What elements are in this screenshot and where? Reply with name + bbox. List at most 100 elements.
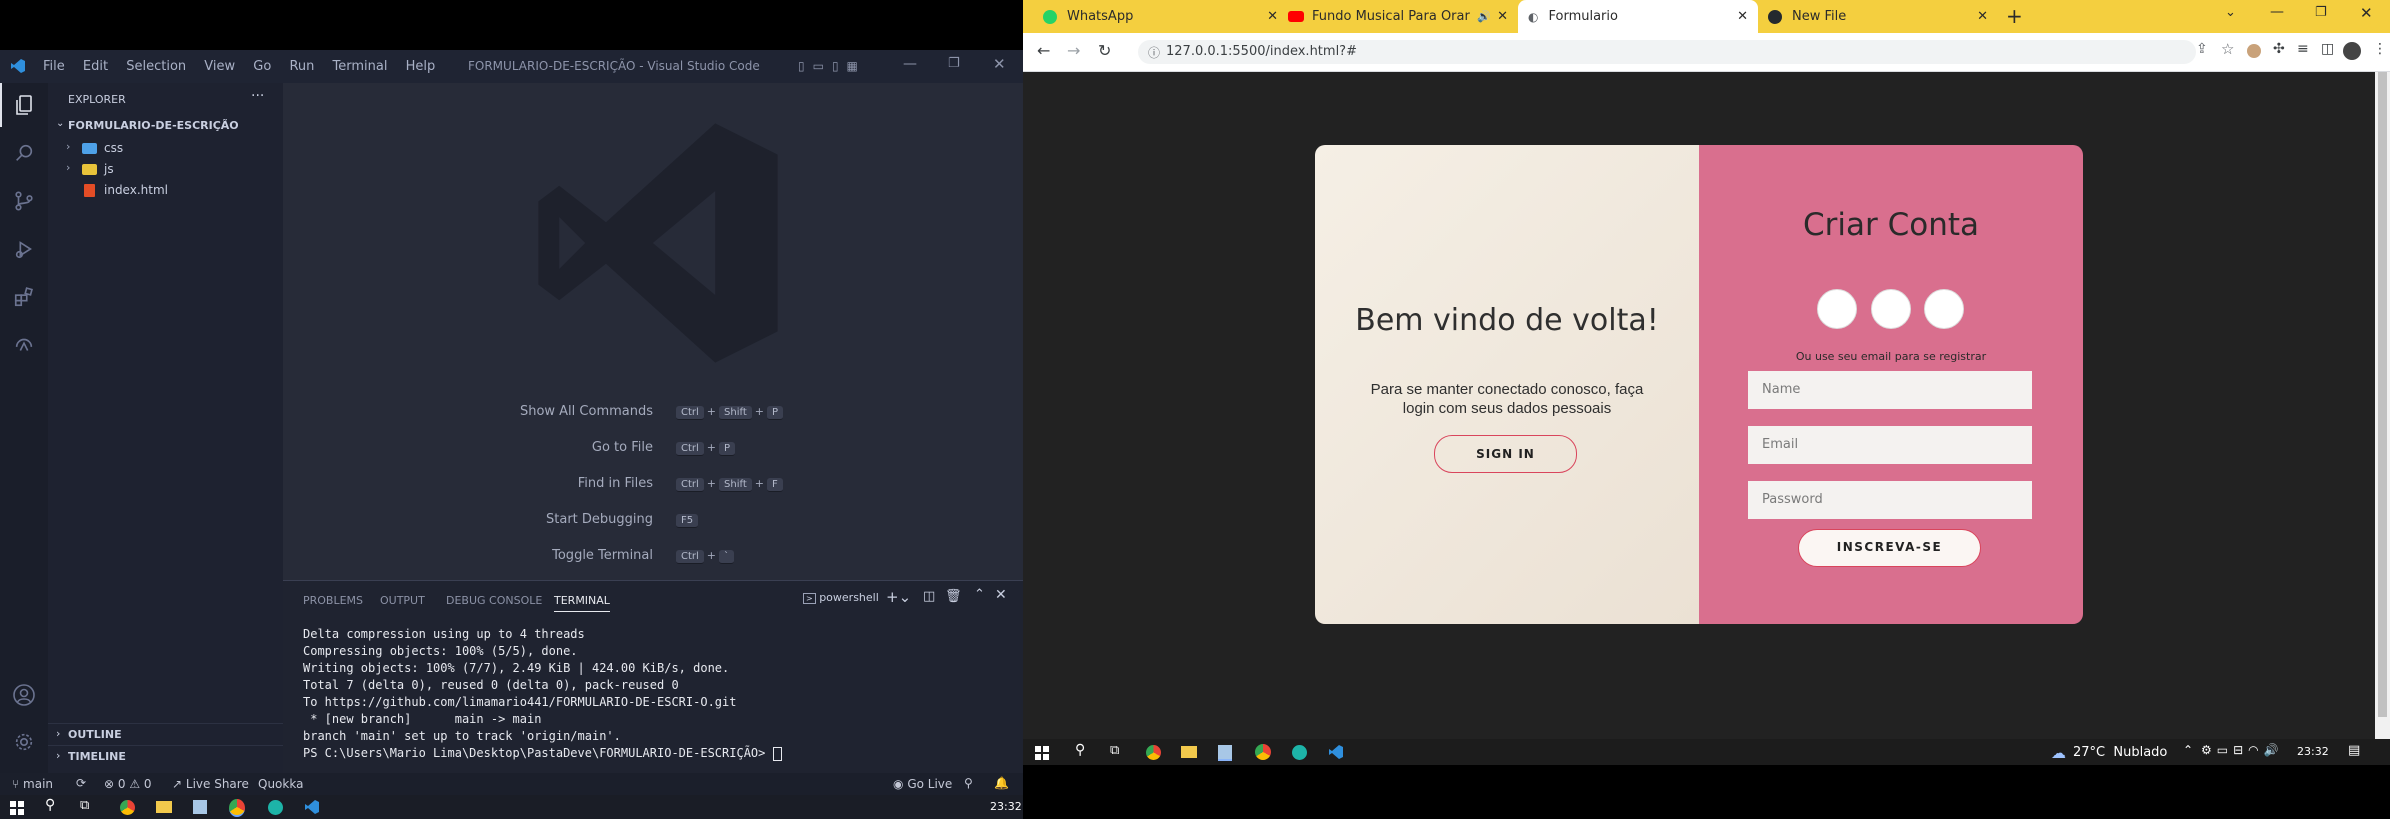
close-tab-icon[interactable]: ✕ bbox=[1267, 9, 1278, 24]
close-tab-icon[interactable]: ✕ bbox=[1977, 9, 1988, 24]
source-control-icon[interactable] bbox=[0, 179, 48, 223]
split-terminal-icon[interactable]: ◫ bbox=[923, 589, 935, 604]
new-tab-icon[interactable]: + bbox=[2006, 4, 2023, 28]
terminal-shell-selector[interactable]: > powershell bbox=[803, 591, 879, 604]
chrome-taskbar-icon[interactable] bbox=[120, 800, 135, 815]
problems-status[interactable]: ⊗ 0 ⚠ 0 bbox=[104, 777, 152, 791]
manage-gear-icon[interactable] bbox=[0, 720, 48, 764]
remote-explorer-icon[interactable] bbox=[0, 323, 48, 367]
windows-start-icon[interactable] bbox=[1035, 745, 1049, 764]
menu-help[interactable]: Help bbox=[406, 59, 436, 74]
outline-section[interactable]: › OUTLINE bbox=[48, 723, 283, 744]
close-panel-icon[interactable]: ✕ bbox=[995, 587, 1007, 603]
minimize-icon[interactable]: — bbox=[2270, 4, 2284, 20]
name-input[interactable]: Name bbox=[1748, 371, 2032, 409]
layout-controls[interactable]: ▯▭▯▦ bbox=[798, 59, 866, 73]
restore-icon[interactable]: ❐ bbox=[948, 56, 960, 71]
weather-text[interactable]: 27°C Nublado bbox=[2073, 745, 2167, 760]
extensions-puzzle-icon[interactable]: ✣ bbox=[2273, 41, 2285, 57]
menu-run[interactable]: Run bbox=[289, 59, 314, 74]
password-input[interactable]: Password bbox=[1748, 481, 2032, 519]
tab-problems[interactable]: PROBLEMS bbox=[303, 594, 363, 607]
weather-cloud-icon[interactable]: ☁ bbox=[2051, 744, 2066, 762]
menu-kebab-icon[interactable]: ⋮ bbox=[2373, 41, 2387, 57]
extension-avatar-icon[interactable] bbox=[2247, 44, 2261, 58]
tree-item-js[interactable]: › js bbox=[48, 159, 283, 180]
audio-playing-icon[interactable]: 🔊 bbox=[1477, 10, 1491, 23]
close-tab-icon[interactable]: ✕ bbox=[1497, 9, 1508, 24]
forward-icon[interactable]: → bbox=[1067, 41, 1080, 60]
tab-new-file[interactable]: New File ✕ bbox=[1758, 0, 1998, 33]
maximize-panel-icon[interactable]: ⌃ bbox=[974, 587, 985, 602]
tray-chevron-icon[interactable]: ⌃ bbox=[2183, 743, 2193, 757]
close-tab-icon[interactable]: ✕ bbox=[1737, 9, 1748, 24]
chrome-active-taskbar-icon[interactable] bbox=[1255, 744, 1271, 760]
bookmark-star-icon[interactable]: ☆ bbox=[2221, 40, 2234, 58]
edge-icon[interactable] bbox=[1292, 745, 1307, 760]
accounts-status-icon[interactable]: ⚲ bbox=[964, 776, 973, 790]
tab-debug-console[interactable]: DEBUG CONSOLE bbox=[446, 594, 542, 607]
account-icon[interactable] bbox=[0, 673, 48, 717]
chrome-active-taskbar-icon[interactable] bbox=[229, 799, 245, 817]
sync-icon[interactable]: ⟳ bbox=[76, 776, 86, 790]
menu-selection[interactable]: Selection bbox=[126, 59, 186, 74]
new-terminal-icon[interactable]: +⌄ bbox=[886, 588, 911, 606]
trash-icon[interactable]: 🗑 bbox=[945, 589, 962, 604]
close-window-icon[interactable]: ✕ bbox=[2360, 4, 2373, 22]
file-explorer-icon[interactable] bbox=[156, 801, 172, 813]
restore-icon[interactable]: ❐ bbox=[2315, 5, 2327, 20]
explorer-icon[interactable] bbox=[0, 83, 48, 127]
scrollbar[interactable] bbox=[2375, 72, 2390, 739]
menu-view[interactable]: View bbox=[204, 59, 235, 74]
windows-start-icon[interactable] bbox=[10, 800, 24, 819]
quokka-status[interactable]: Quokka bbox=[258, 777, 303, 791]
back-icon[interactable]: ← bbox=[1037, 41, 1050, 60]
timeline-section[interactable]: › TIMELINE bbox=[48, 745, 283, 766]
tree-item-index-html[interactable]: index.html bbox=[48, 180, 283, 201]
tab-whatsapp[interactable]: WhatsApp ✕ bbox=[1033, 0, 1288, 33]
social-login-button-2[interactable] bbox=[1871, 289, 1911, 329]
run-debug-icon[interactable] bbox=[0, 227, 48, 271]
social-login-button-1[interactable] bbox=[1817, 289, 1857, 329]
notepad-icon[interactable] bbox=[193, 800, 207, 814]
share-icon[interactable]: ⇪ bbox=[2196, 41, 2208, 57]
side-panel-icon[interactable]: ◫ bbox=[2321, 41, 2334, 57]
task-view-icon[interactable]: ⧉ bbox=[80, 798, 89, 813]
site-info-icon[interactable]: ⓘ bbox=[1148, 44, 1160, 61]
folder-header[interactable]: ⌄ FORMULARIO-DE-ESCRIÇÃO bbox=[48, 116, 283, 136]
email-input[interactable]: Email bbox=[1748, 426, 2032, 464]
reading-list-icon[interactable]: ≡ bbox=[2297, 41, 2309, 57]
live-share-status[interactable]: ↗ Live Share bbox=[172, 777, 249, 791]
chrome-taskbar-icon[interactable] bbox=[1146, 745, 1161, 760]
menu-edit[interactable]: Edit bbox=[83, 59, 108, 74]
sign-in-button[interactable]: SIGN IN bbox=[1434, 435, 1577, 473]
minimize-icon[interactable]: — bbox=[903, 56, 917, 72]
system-tray-icons[interactable]: ⚙▭⊟◠🔊 bbox=[2201, 743, 2284, 757]
search-icon[interactable] bbox=[0, 131, 48, 175]
menu-go[interactable]: Go bbox=[253, 59, 271, 74]
menu-file[interactable]: File bbox=[43, 59, 65, 74]
scrollbar-thumb[interactable] bbox=[2378, 72, 2387, 717]
vscode-taskbar-icon[interactable] bbox=[304, 799, 320, 819]
notification-center-icon[interactable]: ▤ bbox=[2348, 743, 2360, 758]
tab-youtube[interactable]: Fundo Musical Para Orar Ref 🔊 ✕ bbox=[1278, 0, 1518, 33]
more-actions-icon[interactable]: ··· bbox=[251, 88, 264, 104]
tab-output[interactable]: OUTPUT bbox=[380, 594, 425, 607]
branch-status[interactable]: ⑂ main bbox=[12, 777, 53, 791]
tree-item-css[interactable]: › css bbox=[48, 138, 283, 159]
social-login-button-3[interactable] bbox=[1924, 289, 1964, 329]
taskbar-clock[interactable]: 23:32 bbox=[2297, 745, 2329, 758]
reload-icon[interactable]: ↻ bbox=[1098, 41, 1111, 60]
close-icon[interactable]: ✕ bbox=[993, 55, 1006, 73]
taskbar-search-icon[interactable]: ⚲ bbox=[45, 797, 55, 813]
tab-search-icon[interactable]: ⌄ bbox=[2225, 5, 2236, 20]
go-live-status[interactable]: ◉ Go Live bbox=[893, 777, 952, 791]
notepad-icon[interactable] bbox=[1218, 745, 1232, 761]
address-bar[interactable]: ⓘ 127.0.0.1:5500/index.html?# bbox=[1138, 40, 2196, 64]
taskbar-clock[interactable]: 23:32 bbox=[990, 800, 1022, 813]
extensions-icon[interactable] bbox=[0, 275, 48, 319]
notifications-icon[interactable]: 🔔 bbox=[994, 776, 1009, 790]
taskbar-search-icon[interactable]: ⚲ bbox=[1075, 742, 1085, 758]
signup-button[interactable]: INSCREVA-SE bbox=[1798, 529, 1981, 567]
tab-formulario[interactable]: ◐ Formulario ✕ bbox=[1518, 0, 1758, 33]
